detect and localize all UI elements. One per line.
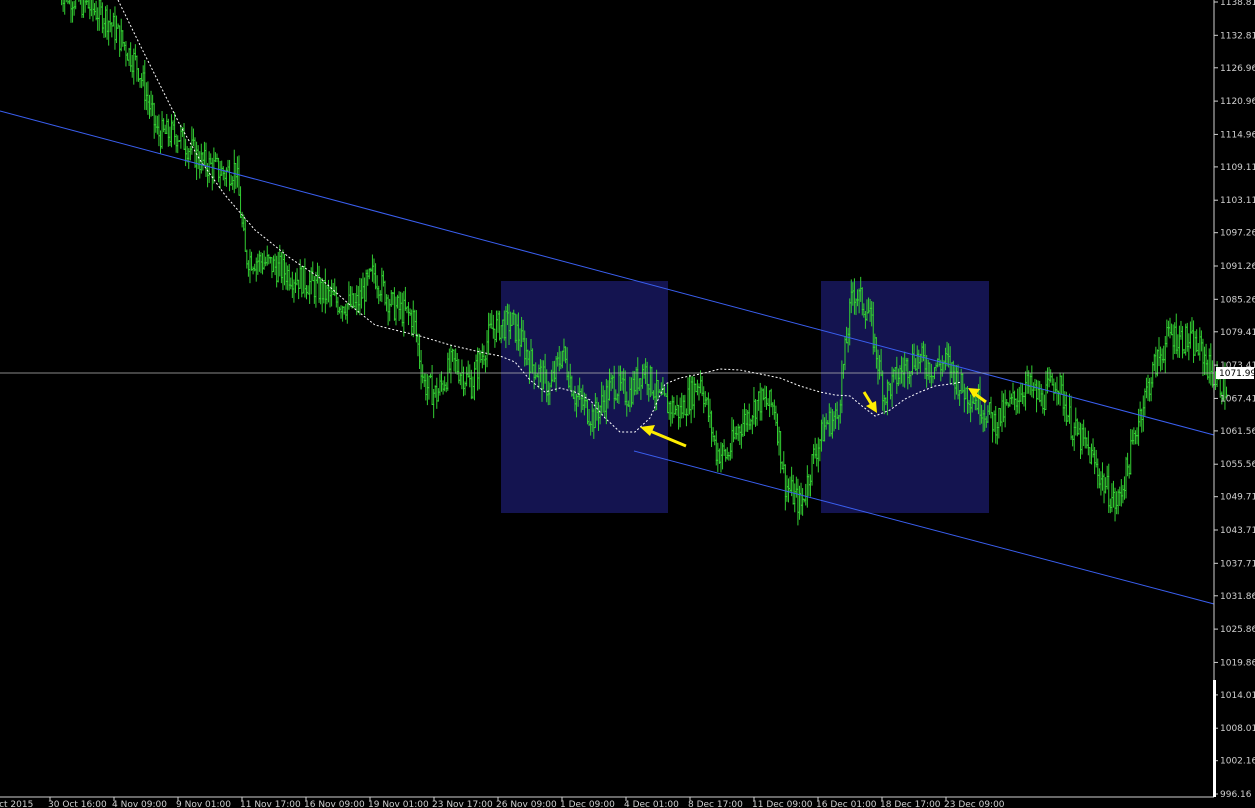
- price-label: 1019.86: [1220, 658, 1255, 668]
- price-label: 1049.71: [1220, 493, 1255, 503]
- time-label: 4 Nov 09:00: [112, 800, 167, 808]
- time-label: 16 Nov 09:00: [304, 800, 365, 808]
- price-label: 1055.56: [1220, 460, 1255, 470]
- time-label: 11 Nov 17:00: [240, 800, 301, 808]
- time-label: Oct 2015: [0, 800, 33, 808]
- time-label: 23 Dec 09:00: [944, 800, 1005, 808]
- time-label: 26 Nov 09:00: [496, 800, 557, 808]
- price-label: 1138.81: [1220, 0, 1255, 8]
- time-label: 8 Dec 17:00: [688, 800, 743, 808]
- time-label: 19 Nov 01:00: [368, 800, 429, 808]
- price-label: 1067.41: [1220, 394, 1255, 404]
- time-label: 1 Dec 09:00: [560, 800, 615, 808]
- time-label: 11 Dec 09:00: [752, 800, 813, 808]
- time-label: 9 Nov 01:00: [176, 800, 231, 808]
- price-label: 1126.96: [1220, 64, 1255, 74]
- price-label: 1043.71: [1220, 526, 1255, 536]
- price-label: 1008.01: [1220, 724, 1255, 734]
- price-label: 1037.71: [1220, 559, 1255, 569]
- price-label: 1132.81: [1220, 31, 1255, 41]
- price-label: 1014.01: [1220, 691, 1255, 701]
- time-label: 18 Dec 17:00: [880, 800, 941, 808]
- price-label: 1109.11: [1220, 163, 1255, 173]
- price-label: 1085.26: [1220, 295, 1255, 305]
- current-price-label: 1071.99: [1219, 369, 1255, 379]
- time-label: 23 Nov 17:00: [432, 800, 493, 808]
- price-label: 1120.96: [1220, 97, 1255, 107]
- price-label: 1002.16: [1220, 757, 1255, 767]
- highlight-box-2: [821, 281, 989, 513]
- price-label: 1097.26: [1220, 229, 1255, 239]
- price-label: 996.16: [1220, 790, 1252, 800]
- price-label: 1031.86: [1220, 592, 1255, 602]
- price-label: 1091.26: [1220, 262, 1255, 272]
- time-label: 16 Dec 01:00: [816, 800, 877, 808]
- price-chart[interactable]: 1138.81 1132.81 1126.96 1120.96 1114.96 1109.…: [0, 0, 1255, 808]
- scroll-marker[interactable]: [1213, 680, 1216, 797]
- time-label: 30 Oct 16:00: [48, 800, 107, 808]
- price-label: 1114.96: [1220, 130, 1255, 140]
- price-label: 1061.56: [1220, 427, 1255, 437]
- time-label: 4 Dec 01:00: [624, 800, 679, 808]
- price-label: 1079.41: [1220, 328, 1255, 338]
- price-label: 1025.86: [1220, 625, 1255, 635]
- current-price-badge: 1071.99: [1216, 367, 1255, 379]
- price-label: 1103.11: [1220, 196, 1255, 206]
